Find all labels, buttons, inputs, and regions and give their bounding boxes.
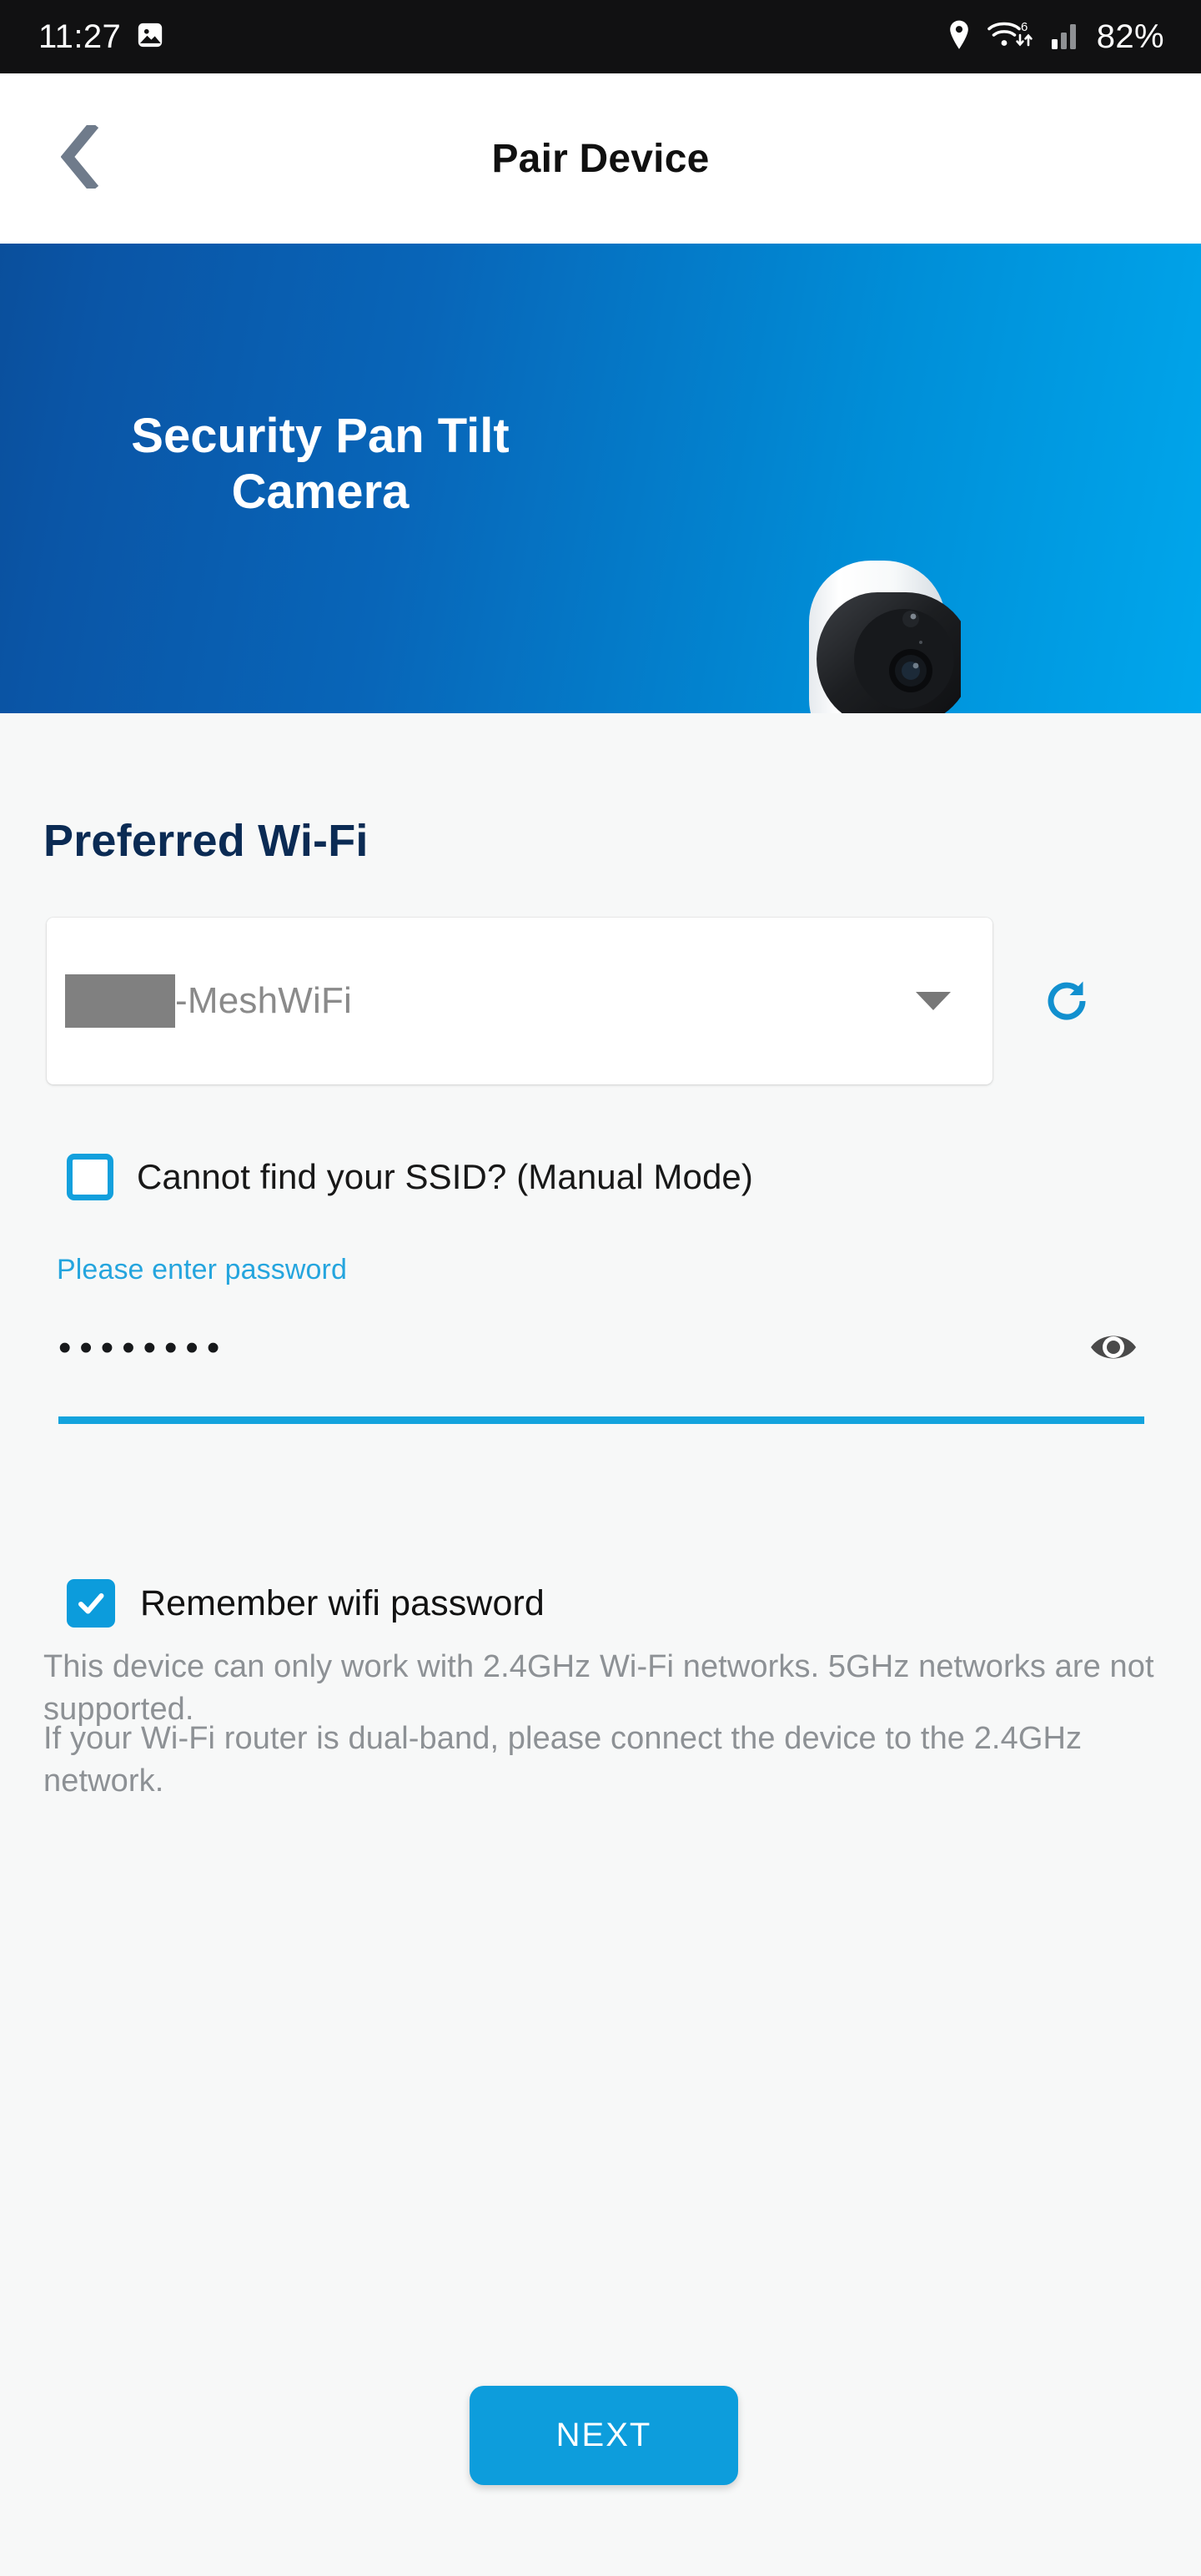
password-input[interactable]: •••••••• [58, 1310, 1144, 1403]
status-bar-left: 11:27 [38, 18, 164, 56]
ssid-select[interactable]: -MeshWiFi [47, 918, 992, 1084]
refresh-icon [1039, 981, 1094, 1032]
manual-mode-checkbox[interactable] [67, 1154, 113, 1200]
redacted-ssid-prefix [65, 974, 175, 1028]
pan-tilt-camera-image: Swann [794, 554, 972, 713]
chevron-down-icon [916, 992, 951, 1010]
refresh-networks-button[interactable] [1039, 974, 1094, 1029]
ssid-suffix-text: -MeshWiFi [175, 980, 353, 1021]
wifi-6-icon: 6 [987, 17, 1035, 58]
cellular-signal-icon [1050, 20, 1082, 54]
password-label: Please enter password [57, 1254, 347, 1285]
password-masked-value: •••••••• [58, 1327, 229, 1368]
remember-password-checkbox[interactable] [67, 1579, 115, 1628]
app-bar: Pair Device [0, 73, 1201, 244]
chevron-left-icon [60, 120, 99, 193]
remember-password-checkbox-row[interactable]: Remember wifi password [67, 1579, 545, 1628]
page-title: Pair Device [491, 136, 710, 181]
section-heading: Preferred Wi-Fi [43, 816, 369, 866]
status-bar-right: 6 82% [947, 17, 1164, 58]
status-bar: 11:27 6 82% [0, 0, 1201, 73]
eye-icon[interactable] [1088, 1321, 1139, 1373]
helper-text-dualband: If your Wi-Fi router is dual-band, pleas… [43, 1721, 1083, 1799]
svg-text:6: 6 [1021, 20, 1028, 34]
product-hero-banner: Security Pan Tilt Camera [0, 244, 1201, 713]
status-bar-clock: 11:27 [38, 18, 122, 55]
location-pin-icon [947, 20, 972, 54]
back-button[interactable] [47, 120, 113, 193]
check-icon [78, 1593, 104, 1614]
remember-password-label: Remember wifi password [140, 1582, 545, 1623]
manual-mode-label: Cannot find your SSID? (Manual Mode) [137, 1157, 753, 1196]
image-icon [136, 21, 164, 53]
product-title: Security Pan Tilt Camera [131, 409, 510, 519]
battery-percentage: 82% [1096, 18, 1164, 55]
manual-mode-checkbox-row[interactable]: Cannot find your SSID? (Manual Mode) [67, 1154, 753, 1200]
next-button[interactable]: NEXT [470, 2386, 738, 2485]
ssid-value: -MeshWiFi [65, 974, 352, 1028]
password-underline [58, 1416, 1144, 1424]
